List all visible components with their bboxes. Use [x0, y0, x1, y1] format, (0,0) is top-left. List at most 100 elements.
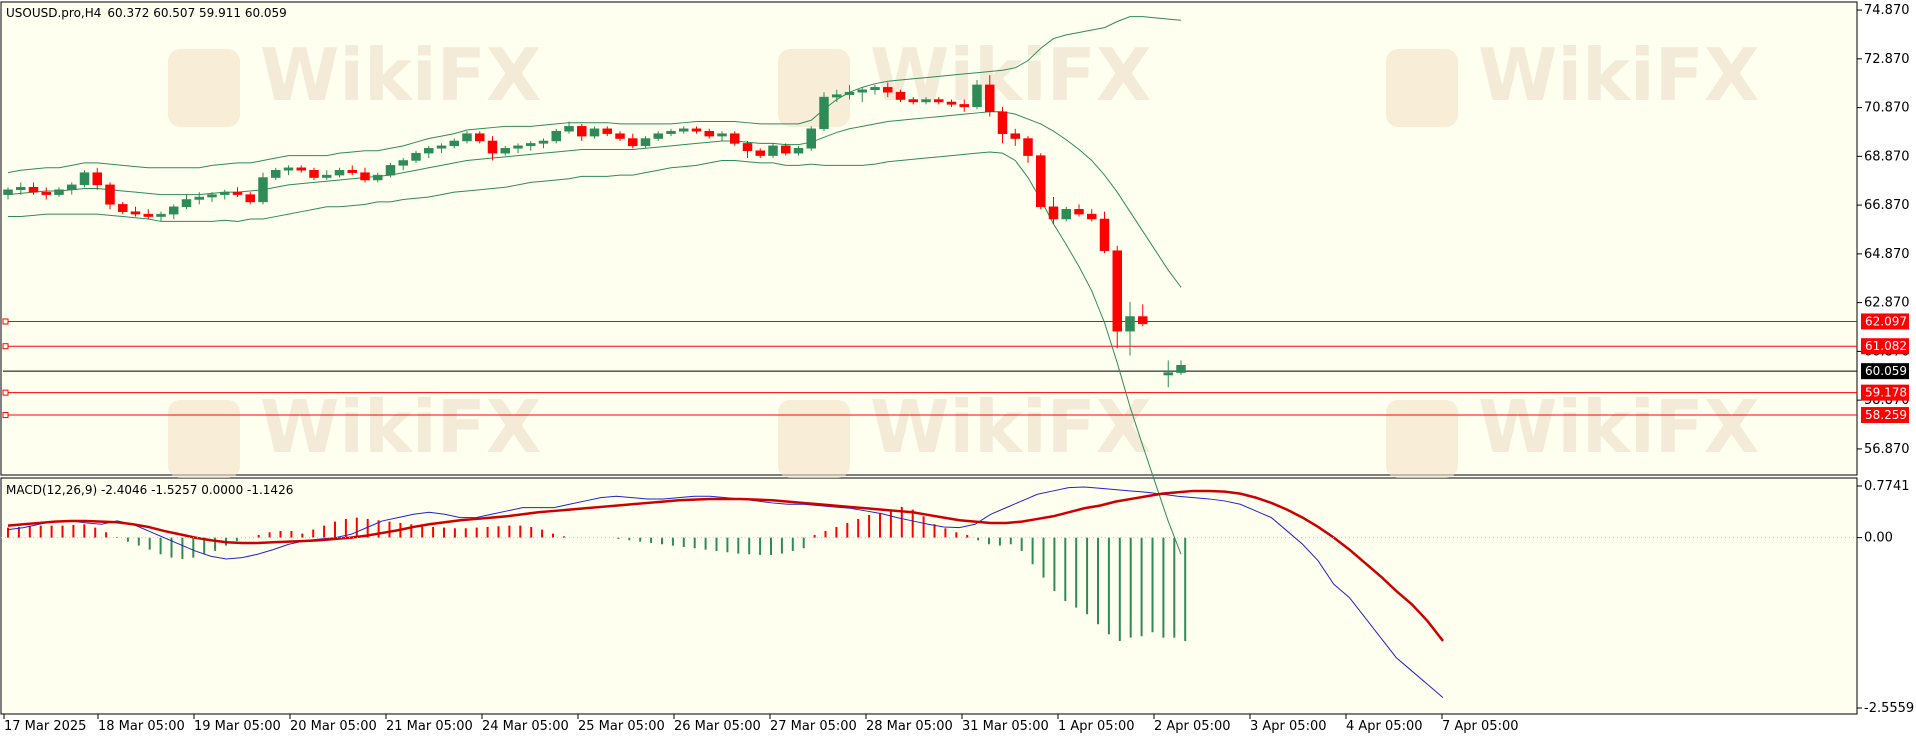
svg-text:WikiFX: WikiFX — [1478, 33, 1759, 117]
time-tick-label: 24 Mar 05:00 — [482, 719, 569, 734]
candle-body — [806, 128, 816, 149]
current-price-tag: 60.059 — [1861, 363, 1909, 380]
candle-body — [628, 138, 638, 147]
candle-body — [1087, 213, 1097, 220]
candle-body — [105, 184, 115, 205]
time-tick-label: 18 Mar 05:00 — [98, 719, 185, 734]
chart-window[interactable]: WikiFX WikiFX WikiFX WikiFX WikiFX WikiF… — [0, 0, 1916, 738]
bull-candle — [819, 92, 829, 132]
candle-body — [385, 165, 396, 176]
time-tick-label: 19 Mar 05:00 — [194, 719, 281, 734]
time-tick-label: 1 Apr 05:00 — [1058, 719, 1135, 734]
symbol-info: USOUSD.pro,H4 60.372 60.507 59.911 60.059 — [6, 6, 287, 20]
candle-body — [424, 148, 434, 154]
bull-candle — [258, 172, 268, 205]
price-tick-label: 66.870 — [1864, 198, 1910, 213]
candle-body — [1048, 206, 1059, 220]
price-tick-label: 74.870 — [1864, 3, 1910, 18]
candle-body — [309, 169, 319, 178]
time-tick-label: 28 Mar 05:00 — [866, 719, 953, 734]
candle-body — [207, 194, 217, 198]
level-price-tag: 62.097 — [1861, 313, 1909, 330]
macd-label: MACD(12,26,9) -2.4046 -1.5257 0.0000 -1.… — [6, 483, 293, 497]
macd-tick-label: -2.5559 — [1864, 701, 1914, 716]
level-anchor — [2, 343, 9, 350]
candle-body — [1163, 372, 1173, 376]
bull-candle — [551, 128, 561, 144]
price-tick-label: 56.870 — [1864, 442, 1910, 457]
candle-body — [41, 191, 51, 195]
price-tag-label: 59.178 — [1865, 386, 1907, 400]
candle-body — [271, 169, 281, 178]
candle-body — [79, 172, 90, 186]
time-tick-label: 20 Mar 05:00 — [290, 719, 377, 734]
svg-text:WikiFX: WikiFX — [870, 33, 1151, 117]
candle-body — [28, 187, 39, 193]
candle-body — [895, 91, 906, 100]
candle-body — [997, 111, 1008, 134]
candle-body — [194, 196, 204, 200]
candle-body — [819, 96, 829, 130]
bull-candle — [768, 143, 778, 159]
bear-candle — [730, 131, 740, 146]
candle-body — [1023, 138, 1033, 156]
bull-candle — [79, 170, 90, 188]
time-tick-label: 3 Apr 05:00 — [1250, 719, 1327, 734]
candle-body — [1061, 208, 1071, 220]
candle-body — [513, 145, 523, 149]
candle-body — [169, 206, 179, 215]
candle-body — [781, 145, 791, 154]
candle-body — [793, 148, 804, 154]
price-tag-label: 60.059 — [1865, 364, 1907, 378]
candle-body — [730, 133, 740, 144]
svg-text:WikiFX: WikiFX — [870, 385, 1151, 469]
candle-body — [589, 128, 600, 137]
candle-body — [832, 94, 842, 98]
candle-body — [742, 143, 753, 151]
candle-body — [360, 172, 370, 181]
candle-body — [577, 126, 587, 137]
price-tag-label: 62.097 — [1865, 314, 1907, 328]
candle-body — [768, 145, 778, 156]
candle-body — [1176, 365, 1186, 373]
candle-body — [1112, 250, 1122, 332]
bull-candle — [806, 126, 816, 151]
candle-body — [551, 130, 561, 142]
candle-body — [870, 87, 880, 91]
candle-body — [373, 174, 383, 181]
candle-body — [16, 187, 26, 190]
macd-tick-label: 0.00 — [1864, 531, 1893, 546]
candle-body — [755, 150, 765, 156]
macd-panel[interactable] — [0, 477, 1858, 715]
time-tick-label: 2 Apr 05:00 — [1154, 719, 1231, 734]
price-tick-label: 72.870 — [1864, 52, 1910, 67]
candle-body — [844, 91, 855, 95]
candle-body — [564, 126, 574, 132]
candle-body — [1099, 218, 1110, 251]
candle-body — [1125, 316, 1135, 332]
time-tick-label: 17 Mar 2025 — [4, 719, 86, 734]
candle-body — [946, 101, 957, 105]
candle-body — [857, 89, 867, 93]
candle-body — [220, 191, 230, 195]
candle-body — [258, 177, 268, 203]
candle-body — [436, 145, 447, 149]
candle-body — [462, 133, 472, 142]
candle-body — [334, 169, 345, 176]
candle-body — [704, 130, 714, 137]
candle-body — [283, 167, 294, 171]
macd-tick-label: 0.7741 — [1864, 479, 1910, 494]
candle-body — [500, 148, 510, 154]
candle-body — [679, 128, 689, 132]
candle-body — [653, 133, 663, 139]
candle-body — [118, 204, 128, 212]
candle-body — [934, 99, 944, 103]
candle-body — [67, 184, 77, 190]
candle-body — [526, 143, 536, 147]
candle-body — [3, 189, 13, 195]
candle-body — [602, 128, 612, 134]
price-tick-label: 62.870 — [1864, 296, 1910, 311]
candle-body — [538, 140, 549, 144]
bull-candle — [385, 162, 396, 178]
candle-body — [972, 84, 982, 108]
